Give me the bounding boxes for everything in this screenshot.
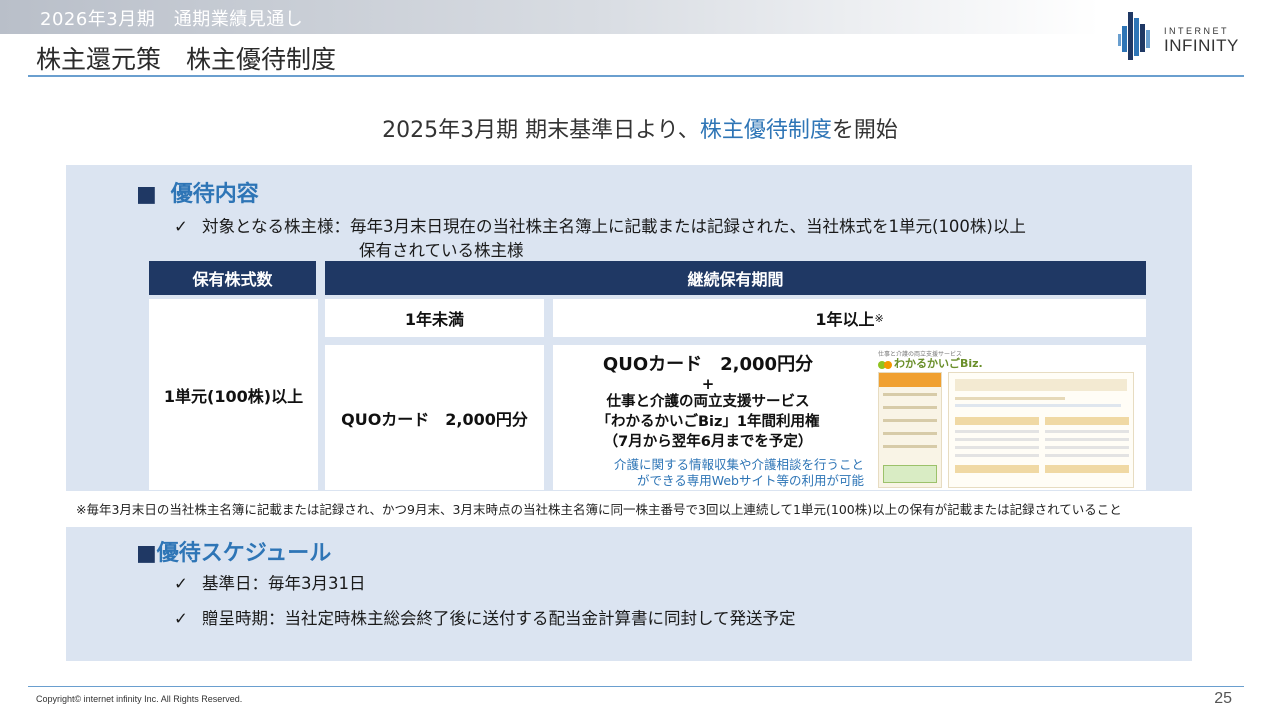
benefit-heading: ■ 優待内容 [136,176,259,208]
schedule-heading: ■優待スケジュール [136,535,331,567]
square-bullet: ■ [136,541,157,566]
checkmark-icon: ✓ [174,609,188,628]
reward-long-schedule: （7月から翌年6月までを予定） [603,434,813,450]
intro-pre: 2025年3月期 期末基準日より、 [382,118,700,143]
screenshot-logo: わかるかいごBiz. [894,357,983,370]
reward-long-service: 仕事と介護の両立支援サービス [606,394,810,410]
service-screenshot: 仕事と介護の両立支援サービス わかるかいごBiz. [872,346,1140,488]
service-note-line-1: 介護に関する情報収集や介護相談を行うこと [613,457,864,472]
reward-long-details: QUOカード 2,000円分 + 仕事と介護の両立支援サービス 「わかるかいごB… [584,350,832,452]
screenshot-main [948,372,1134,488]
holding-cell: 1単元(100株)以上 [149,299,318,490]
service-note: 介護に関する情報収集や介護相談を行うこと ができる専用Webサイト等の利用が可能 [580,457,864,489]
schedule-heading-text: 優待スケジュール [156,541,332,566]
intro-highlight: 株主優待制度 [699,118,832,143]
footer-divider [28,686,1244,687]
reward-long-service-name: 「わかるかいごBiz」1年間利用権 [596,414,820,430]
logo-mark-icon [1118,12,1150,60]
logo-text-infinity: INFINITY [1164,36,1239,55]
page-number: 25 [1214,690,1232,707]
service-note-line-2: ができる専用Webサイト等の利用が可能 [636,473,864,488]
eligibility-footnote: ※毎年3月末日の当社株主名簿に記載または記録され、かつ9月末、3月末時点の当社株… [76,502,1122,517]
square-bullet: ■ [136,182,157,207]
schedule-item: ✓ 贈呈時期：当社定時株主総会終了後に送付する配当金計算書に同封して発送予定 [174,605,796,629]
intro-statement: 2025年3月期 期末基準日より、株主優待制度を開始 [0,112,1280,144]
period-short-cell: 1年未満 [325,299,544,337]
eligibility-text-1: 対象となる株主様：毎年3月末日現在の当社株主名簿上に記載または記録された、当社株… [202,217,1026,236]
period-label: 2026年3月期 通期業績見通し [40,9,304,30]
page-title: 株主還元策 株主優待制度 [36,45,337,74]
title-divider [28,75,1244,77]
reward-long-plus: + [701,375,715,393]
eligibility-line: ✓ 対象となる株主様：毎年3月末日現在の当社株主名簿上に記載または記録された、当社… [174,213,1026,237]
intro-post: を開始 [831,118,898,143]
col-header-period: 継続保有期間 [325,261,1146,295]
company-logo: INTERNET INFINITY [1118,12,1248,60]
period-long-text: 1年以上 [815,310,875,329]
period-long-mark: ※ [874,311,884,325]
eligibility-line-2: 保有されている株主様 [359,241,524,260]
benefit-heading-text: 優待内容 [170,182,259,207]
header-band: 2026年3月期 通期業績見通し [0,0,1100,34]
schedule-item-text: 基準日：毎年3月31日 [202,574,366,593]
screenshot-sidebar [878,372,942,488]
reward-short-cell: QUOカード 2,000円分 [325,345,544,490]
checkmark-icon: ✓ [174,217,188,236]
schedule-item: ✓ 基準日：毎年3月31日 [174,570,366,594]
copyright: Copyright© internet infinity Inc. All Ri… [36,694,243,704]
screenshot-logo-icon [878,356,892,369]
checkmark-icon: ✓ [174,574,188,593]
period-long-cell: 1年以上 ※ [553,299,1146,337]
schedule-item-text: 贈呈時期：当社定時株主総会終了後に送付する配当金計算書に同封して発送予定 [202,609,796,628]
reward-long-quo: QUOカード 2,000円分 [602,354,814,375]
col-header-holding: 保有株式数 [149,261,316,295]
logo-text-internet: INTERNET [1164,26,1229,36]
